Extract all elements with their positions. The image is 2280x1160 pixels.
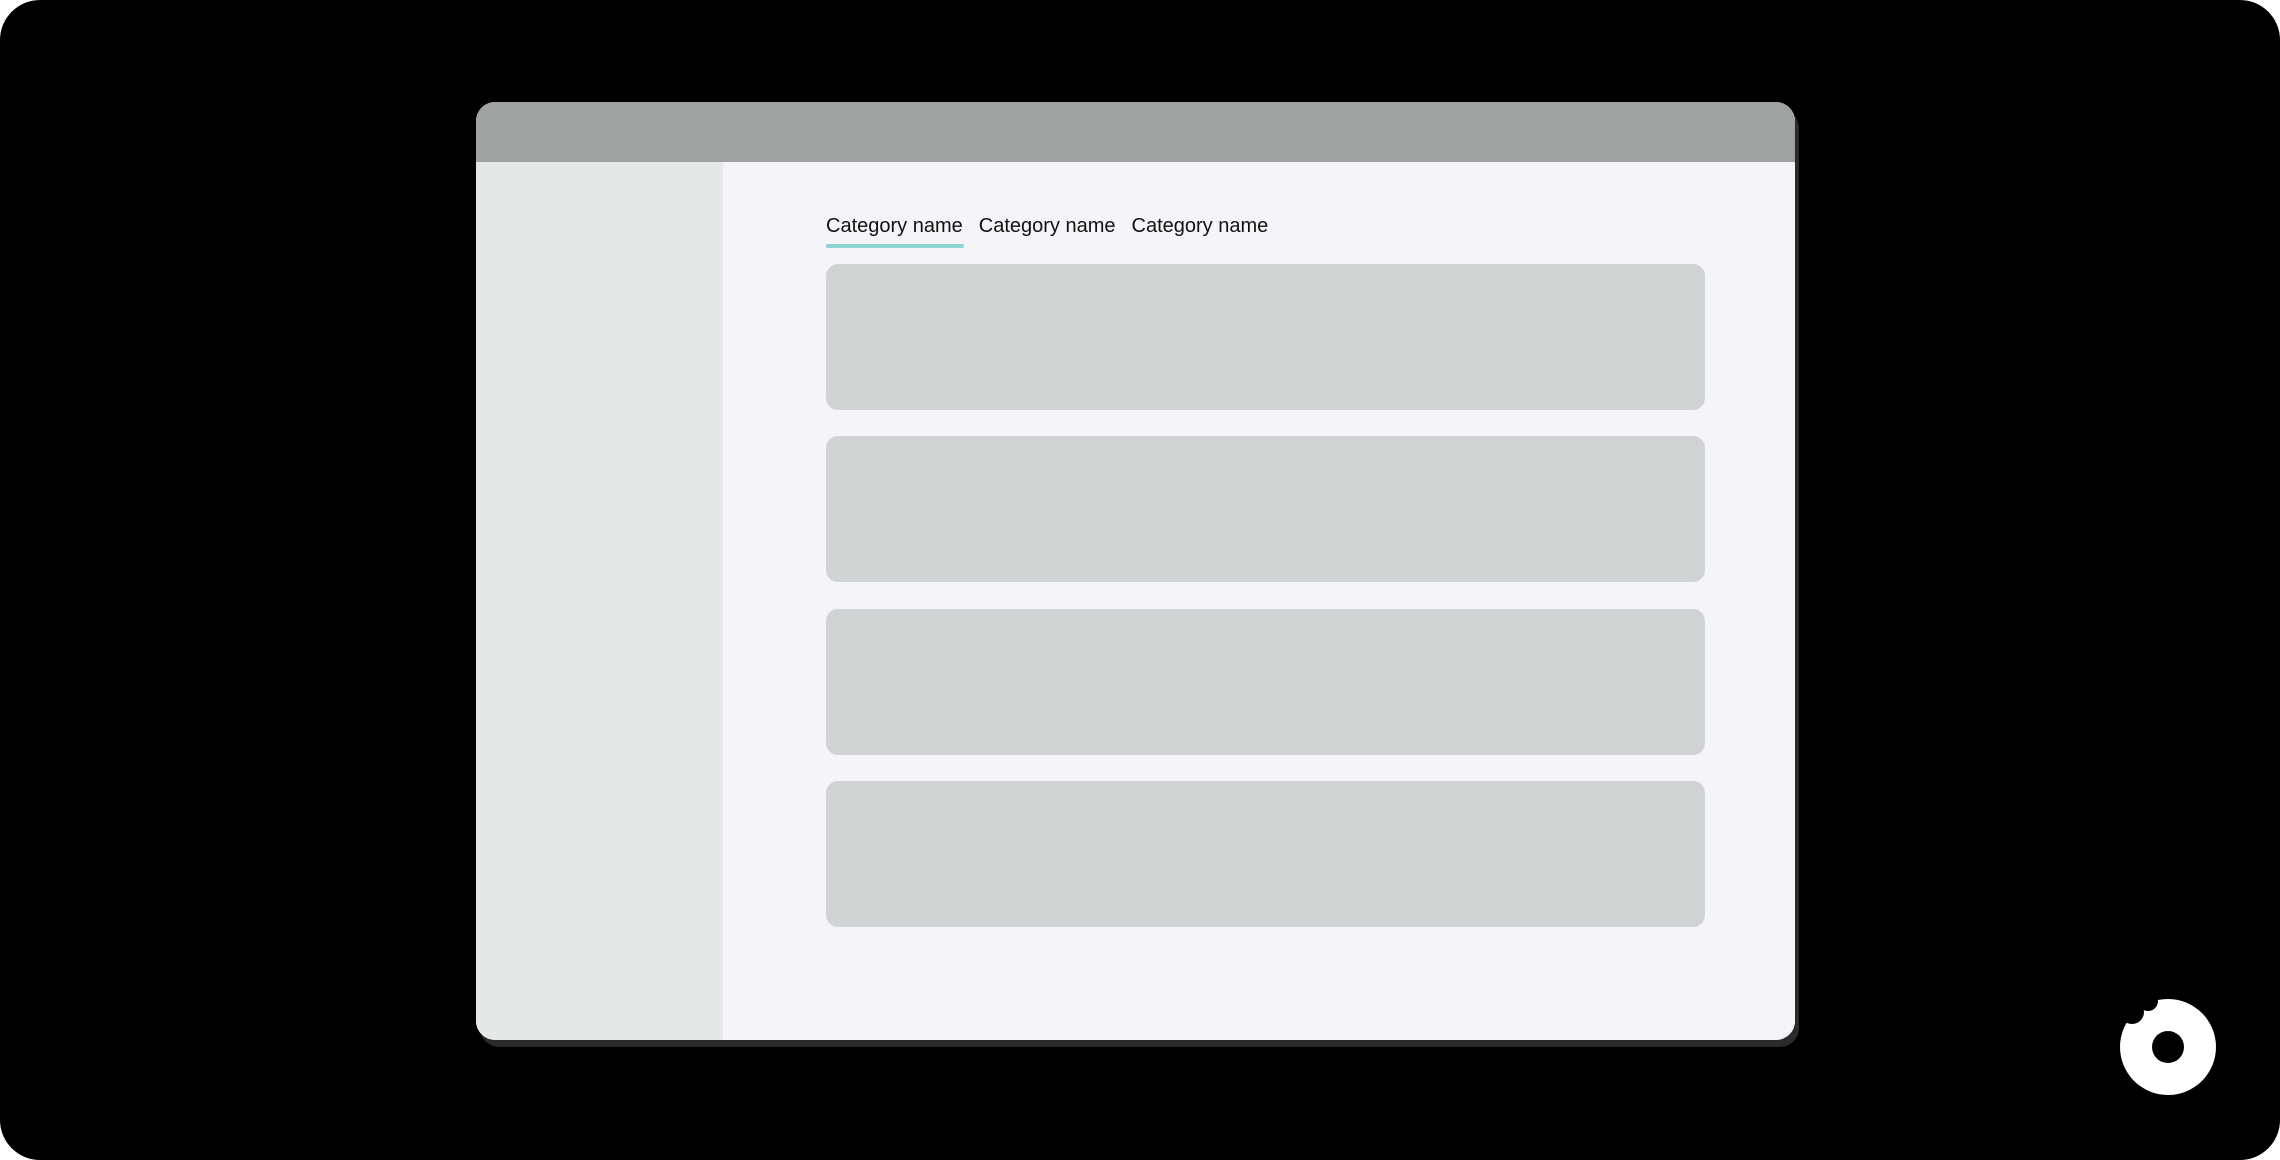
content-card-4[interactable] bbox=[826, 781, 1705, 927]
canvas: Category name Category name Category nam… bbox=[0, 0, 2280, 1160]
main-content: Category name Category name Category nam… bbox=[723, 162, 1795, 1040]
app-window: Category name Category name Category nam… bbox=[476, 102, 1795, 1040]
category-tabs: Category name Category name Category nam… bbox=[826, 214, 1270, 248]
content-card-2[interactable] bbox=[826, 436, 1705, 582]
content-card-1[interactable] bbox=[826, 264, 1705, 410]
sidebar bbox=[476, 162, 723, 1040]
brand-logo-icon bbox=[2120, 999, 2216, 1095]
tab-category-2[interactable]: Category name bbox=[979, 214, 1117, 238]
content-card-3[interactable] bbox=[826, 609, 1705, 755]
tab-category-3[interactable]: Category name bbox=[1132, 214, 1270, 238]
window-titlebar[interactable] bbox=[476, 102, 1795, 162]
tab-category-1[interactable]: Category name bbox=[826, 214, 964, 248]
